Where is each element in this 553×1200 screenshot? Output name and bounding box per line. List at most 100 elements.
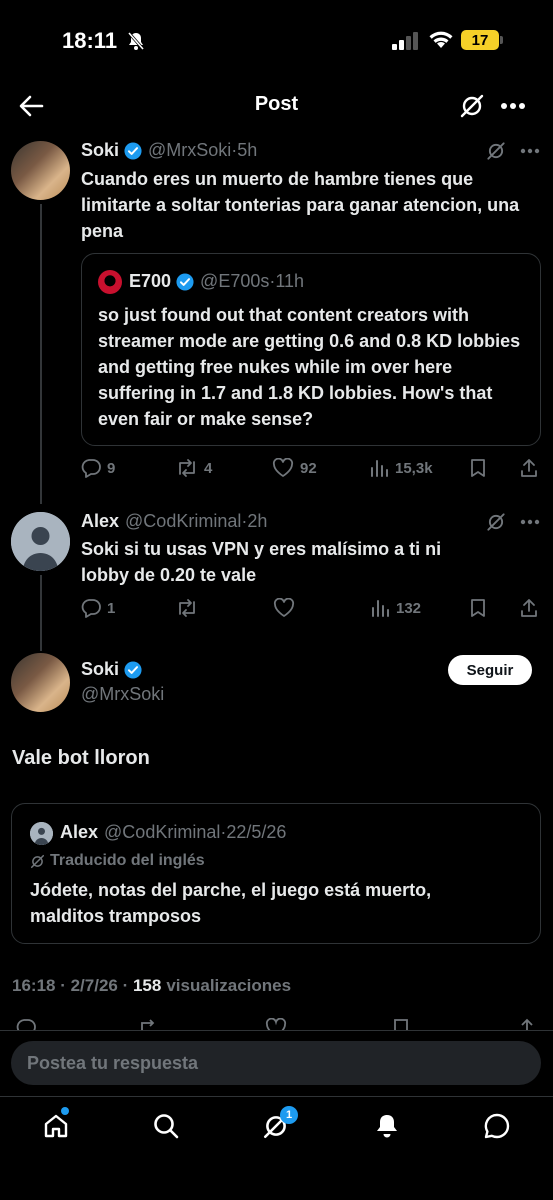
author-name[interactable]: Soki	[81, 659, 119, 680]
heart-icon	[272, 458, 294, 477]
avatar[interactable]	[11, 141, 70, 200]
hidden-actions-row	[0, 1016, 553, 1030]
author-handle[interactable]: @MrxSoki	[148, 140, 231, 161]
translation-label[interactable]: Traducido del inglés	[30, 852, 205, 870]
main-author-name-row: Soki	[81, 659, 148, 680]
quote-author-name: E700	[129, 271, 172, 291]
post-meta: 16:18 · 2/7/26 · 158 visualizaciones	[12, 976, 291, 996]
verified-badge-icon	[176, 272, 194, 291]
quote-author-row: E700 @E700s · 11h	[129, 271, 304, 292]
reply-count: 1	[107, 599, 116, 617]
post-time: 5h	[237, 140, 258, 160]
views-chart-icon	[371, 460, 388, 477]
quote-author-handle: @E700s	[200, 271, 270, 291]
post-text: Soki si tu usas VPN y eres malísimo a ti…	[81, 539, 442, 585]
reply-count: 9	[107, 459, 116, 477]
post-author-row: Soki @MrxSoki · 5h	[81, 140, 257, 161]
bell-icon	[377, 1115, 397, 1138]
grok-translate-icon	[30, 854, 45, 868]
tab-grok[interactable]: 1	[262, 1106, 298, 1140]
post-time: 2h	[247, 511, 268, 531]
like-count: 92	[300, 459, 317, 477]
quote-author-name: Alex	[60, 822, 99, 842]
grok-badge: 1	[280, 1106, 298, 1124]
post-meta-time: 16:18	[12, 976, 56, 995]
author-handle[interactable]: @CodKriminal	[125, 511, 241, 532]
heart-icon	[265, 1018, 287, 1030]
follow-button[interactable]: Seguir	[448, 655, 532, 685]
share-icon[interactable]	[519, 598, 539, 618]
repost-count: 4	[204, 459, 213, 477]
thread-line	[40, 204, 42, 504]
home-icon	[44, 1114, 68, 1138]
views-button[interactable]: 132	[370, 598, 421, 618]
views-count: 132	[396, 599, 422, 617]
battery-tip	[500, 36, 503, 44]
reply-button[interactable]: 1	[81, 598, 115, 618]
battery-indicator: 17	[461, 30, 499, 50]
author-name[interactable]: Alex	[81, 511, 119, 532]
main-post-text: Vale bot lloron	[12, 747, 150, 769]
grok-analyze-icon[interactable]	[486, 141, 506, 161]
grok-icon[interactable]	[459, 93, 485, 119]
share-icon	[521, 1018, 533, 1030]
reply-icon	[81, 599, 101, 618]
quote-date: 22/5/26	[226, 822, 287, 842]
author-name[interactable]: Soki	[81, 140, 119, 161]
default-avatar-icon	[11, 512, 70, 571]
reply-button[interactable]: 9	[81, 458, 115, 478]
post-text: Cuando eres un muerto de hambre tienes q…	[81, 169, 520, 241]
views-button[interactable]: 15,3k	[369, 458, 433, 478]
repost-icon[interactable]	[176, 598, 198, 618]
post-meta-views-label: visualizaciones	[166, 976, 292, 995]
reply-placeholder: Postea tu respuesta	[27, 1052, 199, 1073]
verified-badge-icon	[124, 141, 142, 160]
share-icon[interactable]	[519, 458, 539, 478]
quote-author-row: Alex @CodKriminal · 22/5/26	[60, 822, 286, 843]
quote-author-handle: @CodKriminal	[104, 822, 221, 842]
bookmark-icon[interactable]	[469, 598, 487, 618]
verified-badge-icon	[124, 660, 142, 679]
post-author-row: Alex @CodKriminal · 2h	[81, 511, 267, 532]
separator-dot: ·	[117, 976, 133, 995]
more-options-icon[interactable]	[520, 519, 540, 525]
reply-icon	[81, 459, 101, 478]
avatar[interactable]	[11, 512, 70, 571]
more-options-icon[interactable]	[500, 102, 526, 110]
bookmark-icon[interactable]	[469, 458, 487, 478]
cellular-signal-icon	[392, 32, 418, 50]
grok-analyze-icon[interactable]	[486, 512, 506, 532]
avatar[interactable]	[11, 653, 70, 712]
quote-avatar	[98, 270, 122, 294]
author-handle[interactable]: @MrxSoki	[81, 684, 164, 705]
reply-icon	[16, 1019, 36, 1030]
wifi-icon	[429, 31, 453, 48]
quote-time: 11h	[275, 271, 305, 291]
repost-icon	[179, 459, 195, 477]
views-chart-icon	[372, 600, 389, 617]
status-time: 18:11	[62, 28, 118, 53]
quote-text: so just found out that content creators …	[98, 305, 521, 429]
like-button[interactable]: 92	[272, 458, 317, 478]
tab-notifications[interactable]	[373, 1112, 401, 1140]
thread-line	[40, 575, 42, 651]
home-notification-dot	[61, 1107, 69, 1115]
tab-bar-divider	[0, 1096, 553, 1097]
more-options-icon[interactable]	[520, 148, 540, 154]
views-count: 15,3k	[395, 459, 433, 477]
tab-home[interactable]	[42, 1107, 70, 1140]
quote-text: Jódete, notas del parche, el juego está …	[30, 880, 432, 926]
heart-icon[interactable]	[273, 598, 295, 618]
bell-muted-icon	[127, 32, 145, 50]
repost-button[interactable]: 4	[176, 458, 212, 478]
reply-input[interactable]: Postea tu respuesta	[11, 1041, 541, 1085]
separator-dot: ·	[55, 976, 71, 995]
post-meta-views: 158	[132, 976, 162, 995]
chat-bubble-icon	[484, 1113, 510, 1139]
translation-label-text: Traducido del inglés	[50, 852, 205, 869]
tab-messages[interactable]	[483, 1112, 511, 1140]
tab-search[interactable]	[152, 1112, 180, 1140]
divider	[0, 1030, 553, 1031]
repost-icon	[141, 1019, 155, 1030]
search-icon	[154, 1114, 179, 1139]
